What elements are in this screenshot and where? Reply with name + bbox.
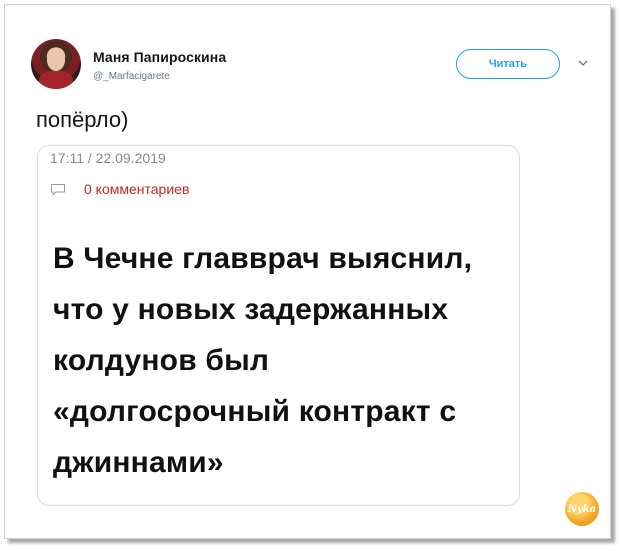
article-timestamp: 17:11 / 22.09.2019 xyxy=(50,150,166,166)
avatar[interactable] xyxy=(31,39,81,89)
avatar-face xyxy=(47,49,65,71)
chevron-down-icon[interactable] xyxy=(578,58,588,68)
watermark-text: Nyka xyxy=(567,503,597,515)
follow-button[interactable]: Читать xyxy=(456,49,560,79)
comments-count: 0 комментариев xyxy=(84,181,190,197)
tweet-text: попёрло) xyxy=(36,107,129,132)
comment-icon xyxy=(51,184,65,196)
article-headline: В Чечне главврач выяснил, что у новых за… xyxy=(53,242,473,479)
watermark-logo: Nyka xyxy=(565,492,599,526)
author-handle[interactable]: @_Marfacigarete xyxy=(93,71,170,82)
author-name[interactable]: Маня Папироскина xyxy=(93,49,226,65)
avatar-dress xyxy=(39,71,73,89)
